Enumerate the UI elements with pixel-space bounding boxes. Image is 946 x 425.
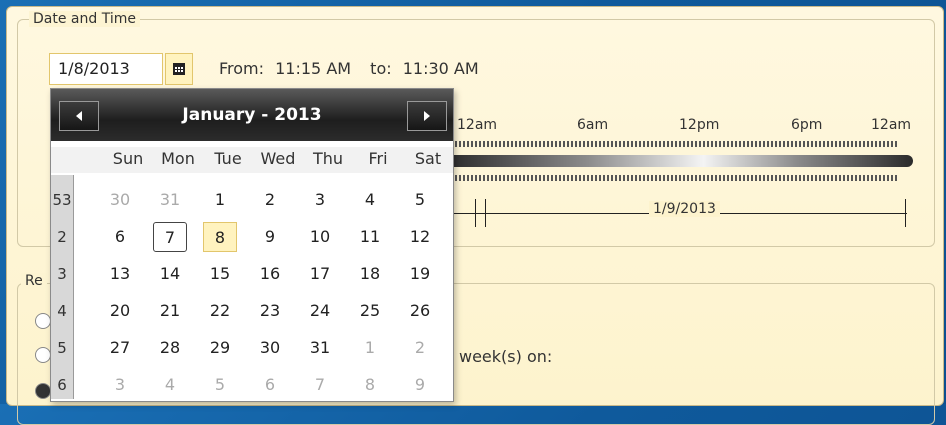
range-tick — [485, 199, 486, 227]
calendar-day[interactable]: 15 — [203, 259, 237, 289]
calendar-day[interactable]: 6 — [103, 222, 137, 252]
from-label: From: — [219, 59, 265, 78]
calendar-day[interactable]: 1 — [353, 333, 387, 363]
calendar-day[interactable]: 10 — [303, 222, 337, 252]
weeks-label: week(s) on: — [459, 347, 553, 366]
calendar-day[interactable]: 13 — [103, 259, 137, 289]
calendar-day[interactable]: 30 — [103, 185, 137, 215]
to-label: to: — [370, 59, 392, 78]
calendar-day[interactable]: 18 — [353, 259, 387, 289]
calendar-day[interactable]: 25 — [353, 296, 387, 326]
calendar-day[interactable]: 2 — [253, 185, 287, 215]
tick-label: 6am — [577, 117, 609, 133]
tick-label: 12am — [871, 117, 912, 133]
range-label: 1/9/2013 — [649, 201, 720, 217]
calendar-day[interactable]: 30 — [253, 333, 287, 363]
weekday-label: Wed — [260, 149, 296, 168]
calendar-day[interactable]: 8 — [203, 222, 237, 252]
date-time-legend: Date and Time — [29, 11, 140, 27]
tick-label: 12am — [457, 117, 498, 133]
calendar-day[interactable]: 31 — [153, 185, 187, 215]
calendar-day[interactable]: 16 — [253, 259, 287, 289]
calendar-day[interactable]: 11 — [353, 222, 387, 252]
calendar-day[interactable]: 17 — [303, 259, 337, 289]
timeline-ticks-top — [447, 141, 897, 147]
calendar-day[interactable]: 23 — [253, 296, 287, 326]
calendar-day[interactable]: 24 — [303, 296, 337, 326]
weekday-label: Sat — [414, 149, 442, 168]
time-range-row: From: 11:15 AM to: 11:30 AM — [219, 59, 485, 78]
week-number: 4 — [57, 302, 67, 320]
recurrence-radio[interactable] — [35, 383, 51, 399]
weekday-label: Tue — [214, 149, 242, 168]
calendar-button[interactable] — [165, 53, 193, 85]
calendar-icon — [173, 63, 185, 75]
week-number: 53 — [52, 191, 72, 209]
date-input[interactable]: 1/8/2013 — [49, 53, 163, 85]
timeline-ticks-bottom — [447, 175, 897, 181]
range-tick — [475, 199, 476, 227]
timeline-bar[interactable] — [447, 155, 913, 167]
next-month-button[interactable] — [407, 101, 447, 131]
calendar-day[interactable]: 29 — [203, 333, 237, 363]
calendar-day[interactable]: 4 — [353, 185, 387, 215]
week-number: 3 — [57, 265, 67, 283]
calendar-day[interactable]: 9 — [253, 222, 287, 252]
calendar-day[interactable]: 6 — [253, 370, 287, 400]
calendar-day[interactable]: 5 — [403, 185, 437, 215]
calendar-day[interactable]: 19 — [403, 259, 437, 289]
calendar-day[interactable]: 3 — [103, 370, 137, 400]
chevron-right-icon — [424, 111, 430, 121]
weekday-label: Fri — [368, 149, 388, 168]
calendar-day[interactable]: 9 — [403, 370, 437, 400]
calendar-day[interactable]: 21 — [153, 296, 187, 326]
calendar-day[interactable]: 31 — [303, 333, 337, 363]
weekday-label: Mon — [161, 149, 195, 168]
calendar-day[interactable]: 4 — [153, 370, 187, 400]
calendar-day[interactable]: 14 — [153, 259, 187, 289]
calendar-day[interactable]: 2 — [403, 333, 437, 363]
weekday-label: Thu — [312, 149, 344, 168]
calendar-day[interactable]: 26 — [403, 296, 437, 326]
recurrence-legend: Re — [21, 273, 47, 289]
recurrence-radio[interactable] — [35, 347, 51, 363]
timeline: 12am 6am 12pm 6pm 12am 1/9/2013 — [447, 113, 917, 233]
tick-label: 6pm — [791, 117, 823, 133]
calendar-day[interactable]: 7 — [153, 222, 187, 252]
calendar-day[interactable]: 5 — [203, 370, 237, 400]
to-time[interactable]: 11:30 AM — [403, 59, 479, 78]
weekday-header: Sun Mon Tue Wed Thu Fri Sat — [51, 147, 453, 173]
calendar-day[interactable]: 28 — [153, 333, 187, 363]
calendar-day[interactable]: 1 — [203, 185, 237, 215]
calendar-day[interactable]: 27 — [103, 333, 137, 363]
range-tick — [905, 199, 906, 227]
week-number: 5 — [57, 339, 67, 357]
calendar-day[interactable]: 22 — [203, 296, 237, 326]
week-number: 2 — [57, 228, 67, 246]
from-time[interactable]: 11:15 AM — [275, 59, 351, 78]
recurrence-radio[interactable] — [35, 313, 51, 329]
month-title[interactable]: January - 2013 — [51, 105, 453, 125]
calendar-day[interactable]: 3 — [303, 185, 337, 215]
weekday-label: Sun — [112, 149, 144, 168]
tick-label: 12pm — [679, 117, 720, 133]
week-number: 6 — [57, 376, 67, 394]
calendar-popup[interactable]: January - 2013 Sun Mon Tue Wed Thu Fri S… — [50, 88, 454, 402]
calendar-day[interactable]: 8 — [353, 370, 387, 400]
calendar-day[interactable]: 12 — [403, 222, 437, 252]
calendar-day[interactable]: 7 — [303, 370, 337, 400]
calendar-day[interactable]: 20 — [103, 296, 137, 326]
calendar-header: January - 2013 — [51, 89, 453, 141]
